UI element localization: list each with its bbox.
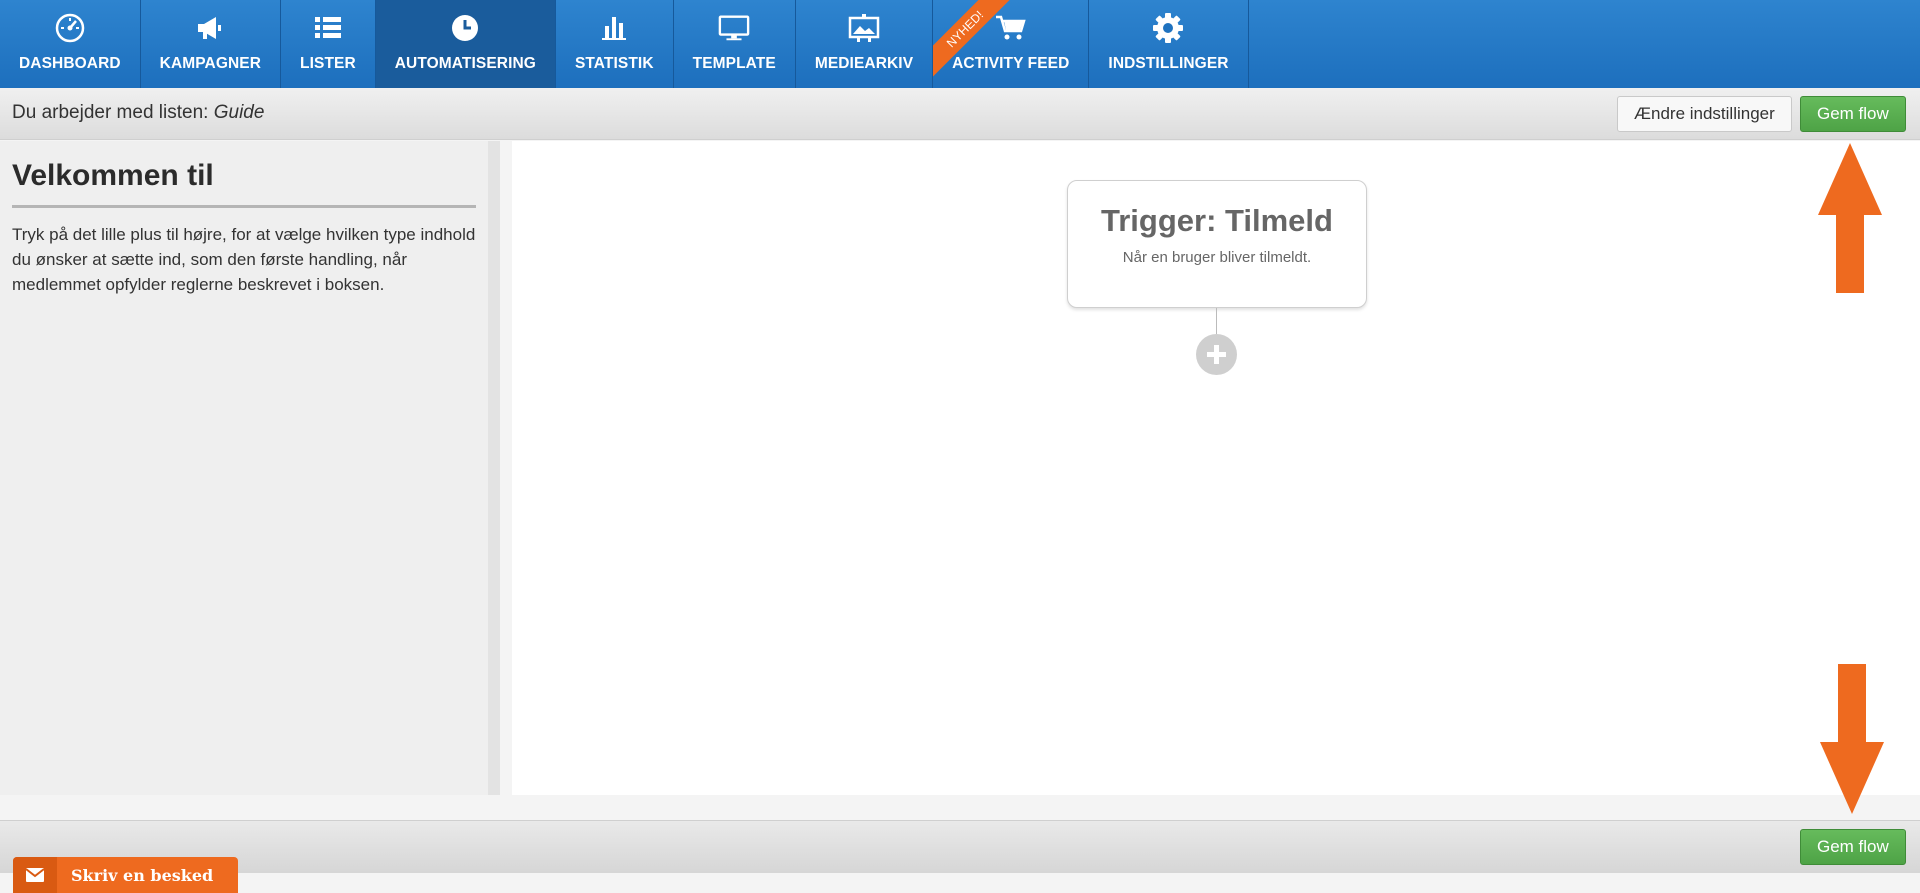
nav-item-activity-feed[interactable]: NYHED! ACTIVITY FEED — [933, 0, 1090, 88]
add-step-plus-icon[interactable] — [1196, 334, 1237, 375]
footer-toolbar: Gem flow — [0, 820, 1920, 873]
nav-label: TEMPLATE — [692, 55, 776, 72]
nav-item-mediearkiv[interactable]: MEDIEARKIV — [796, 0, 934, 88]
image-archive-icon — [848, 12, 880, 44]
list-name: Guide — [213, 102, 265, 123]
nav-item-dashboard[interactable]: DASHBOARD — [0, 0, 141, 88]
nav-label: LISTER — [300, 55, 356, 72]
nav-item-kampagner[interactable]: KAMPAGNER — [141, 0, 282, 88]
trigger-description: Når en bruger bliver tilmeldt. — [1122, 249, 1312, 266]
save-flow-button-bottom[interactable]: Gem flow — [1800, 829, 1906, 865]
sidebar-instructions: Tryk på det lille plus til højre, for at… — [12, 225, 476, 294]
nav-item-lister[interactable]: LISTER — [281, 0, 376, 88]
save-flow-button-top[interactable]: Gem flow — [1800, 96, 1906, 132]
nav-item-template[interactable]: TEMPLATE — [674, 0, 796, 88]
nav-label: ACTIVITY FEED — [952, 55, 1070, 72]
list-toolbar: Du arbejder med listen: Guide Ændre inds… — [0, 88, 1920, 140]
dashboard-gauge-icon — [54, 12, 86, 44]
change-settings-button[interactable]: Ændre indstillinger — [1617, 96, 1792, 132]
nav-item-statistik[interactable]: STATISTIK — [556, 0, 674, 88]
list-icon — [312, 12, 344, 44]
gear-icon — [1152, 12, 1184, 44]
top-navigation: DASHBOARD KAMPAGNER LISTER AUTOMATISERIN… — [0, 0, 1920, 88]
guide-sidebar: Velkommen til Tryk på det lille plus til… — [0, 141, 500, 795]
nav-label: DASHBOARD — [19, 55, 121, 72]
clock-icon — [449, 12, 481, 44]
nav-label: MEDIEARKIV — [814, 55, 914, 72]
nav-item-indstillinger[interactable]: INDSTILLINGER — [1089, 0, 1249, 88]
chat-label: Skriv en besked — [71, 866, 214, 885]
arrow-down-annotation-icon — [1820, 664, 1884, 814]
arrow-up-annotation-icon — [1818, 143, 1882, 293]
nav-label: STATISTIK — [574, 55, 654, 72]
flow-canvas: Trigger: Tilmeld Når en bruger bliver ti… — [512, 141, 1920, 795]
megaphone-icon — [194, 12, 226, 44]
nav-label: INDSTILLINGER — [1108, 55, 1229, 72]
monitor-icon — [718, 12, 750, 44]
sidebar-title: Velkommen til — [12, 159, 476, 208]
bar-chart-icon — [598, 12, 630, 44]
nav-label: AUTOMATISERING — [394, 55, 536, 72]
flow-connector — [1216, 308, 1217, 334]
current-list-indicator: Du arbejder med listen: Guide — [12, 102, 264, 124]
envelope-icon — [13, 857, 57, 893]
working-prefix: Du arbejder med listen: — [12, 102, 209, 123]
nav-label: KAMPAGNER — [159, 55, 262, 72]
cart-icon — [995, 12, 1027, 44]
nav-item-automatisering[interactable]: AUTOMATISERING — [375, 0, 556, 88]
chat-widget-tab[interactable]: Skriv en besked — [13, 857, 238, 893]
trigger-title: Trigger: Tilmeld — [1101, 203, 1333, 238]
trigger-node[interactable]: Trigger: Tilmeld Når en bruger bliver ti… — [1067, 180, 1367, 308]
